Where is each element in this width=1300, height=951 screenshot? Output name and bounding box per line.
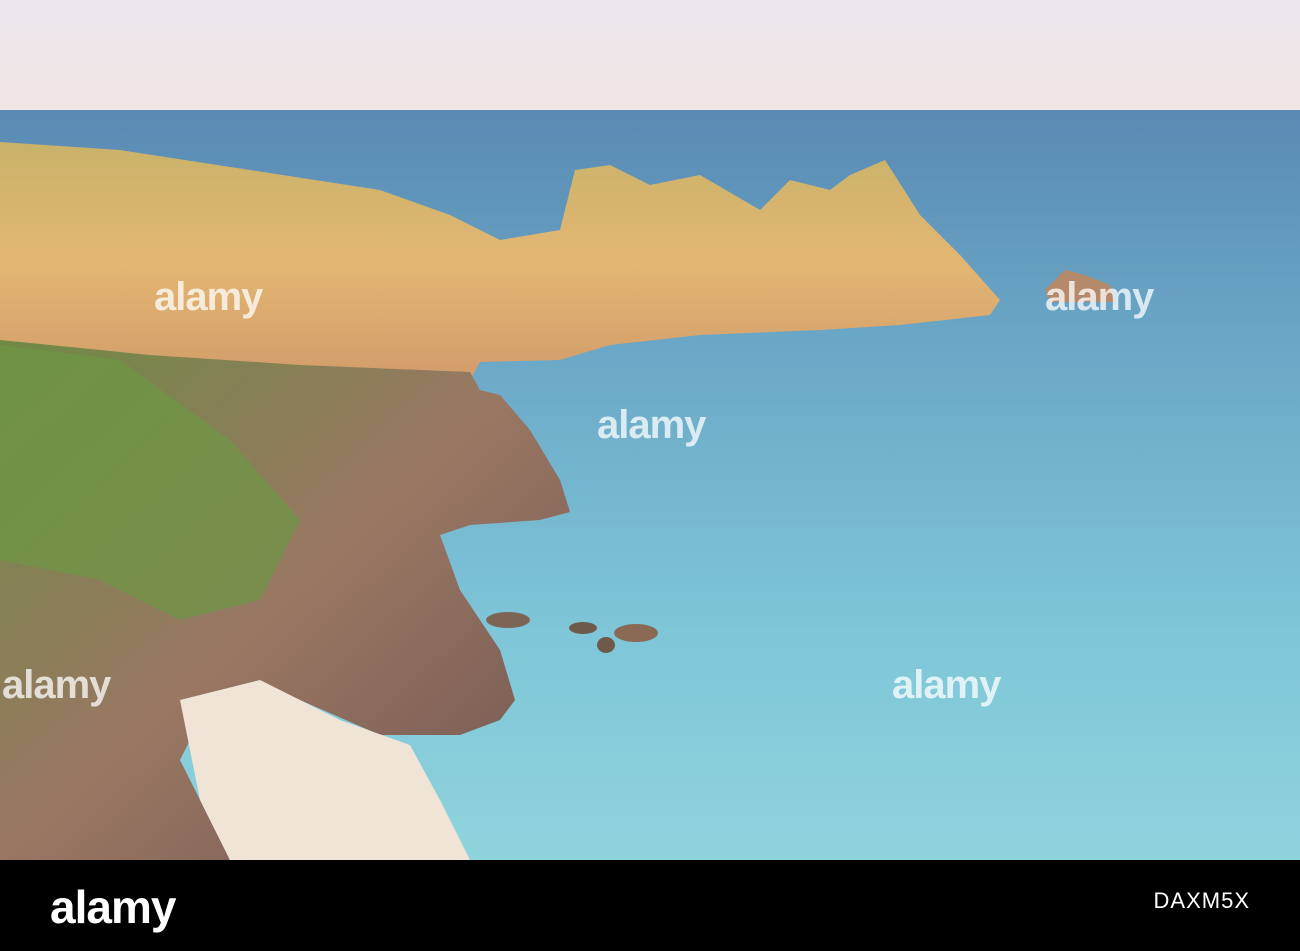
watermark: alamy <box>892 663 1001 707</box>
watermark: alamy <box>2 663 111 707</box>
sea-rock <box>569 622 597 634</box>
sky <box>0 0 1300 112</box>
stock-photo-page: alamy alamy alamy alamy alamy alamy DAXM… <box>0 0 1300 951</box>
watermark: alamy <box>154 275 263 319</box>
footer-bar: alamy DAXM5X <box>0 860 1300 951</box>
sea-rock <box>597 637 615 653</box>
alamy-logo: alamy <box>50 881 176 933</box>
sea-rock <box>486 612 530 628</box>
sea-rock <box>614 624 658 642</box>
watermark: alamy <box>597 403 706 447</box>
watermark: alamy <box>1045 275 1154 319</box>
image-id: DAXM5X <box>1153 888 1250 913</box>
